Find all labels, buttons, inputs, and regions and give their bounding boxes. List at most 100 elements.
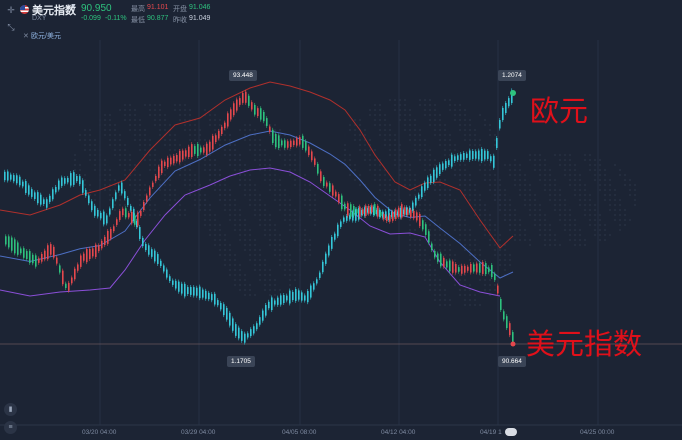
dxy-candle: [107, 230, 109, 244]
eurusd-bar: [76, 175, 78, 182]
dxy-low-price-label: 90.664: [498, 356, 526, 367]
eurusd-bar: [229, 312, 231, 326]
dxy-candle: [140, 210, 142, 216]
eurusd-bar: [505, 102, 507, 114]
dxy-candle: [44, 250, 46, 260]
x-tick-label: 04/05 08:00: [282, 429, 317, 436]
eurusd-bar: [295, 289, 297, 301]
eurusd-bar: [211, 294, 213, 301]
eurusd-bar: [28, 185, 30, 195]
dxy-candle: [464, 265, 466, 273]
chevron-down-icon[interactable]: ▼: [70, 3, 77, 10]
x-tick-label: 03/20 04:00: [82, 429, 117, 436]
eurusd-bar: [106, 215, 108, 224]
dxy-candle: [395, 209, 397, 219]
menu-icon[interactable]: ≡: [4, 421, 17, 434]
dxy-candle: [461, 265, 463, 274]
dxy-candle: [359, 206, 361, 217]
dxy-candle: [434, 250, 436, 258]
eurusd-bar: [187, 287, 189, 294]
dxy-candle: [284, 140, 286, 148]
dxy-candle: [479, 263, 481, 273]
dxy-candle: [326, 182, 328, 187]
eurusd-bar: [244, 333, 246, 343]
eurusd-bar: [265, 304, 267, 316]
close-icon[interactable]: ✕: [23, 32, 29, 40]
indicators-icon[interactable]: ▮: [4, 403, 17, 416]
live-indicator[interactable]: [505, 428, 517, 436]
dxy-candle: [80, 255, 82, 267]
compare-symbol-label[interactable]: 欧元/美元: [31, 31, 61, 41]
eurusd-bar: [430, 175, 432, 183]
eurusd-bar: [334, 233, 336, 240]
dxy-candle: [260, 108, 262, 120]
x-tick-label: 04/25 00:00: [580, 429, 615, 436]
eurusd-bar: [427, 177, 429, 189]
dxy-candle: [449, 260, 451, 272]
dxy-candle: [455, 264, 457, 273]
dxy-candle: [173, 155, 175, 164]
eurusd-bar: [205, 290, 207, 299]
crosshair-icon[interactable]: ✛: [4, 3, 18, 17]
eurusd-bar: [220, 302, 222, 310]
eurusd-bar: [307, 291, 309, 303]
dxy-candle: [191, 144, 193, 157]
dxy-candle: [509, 323, 511, 336]
dxy-candle: [56, 257, 58, 264]
eurusd-bar: [31, 189, 33, 197]
dxy-candle: [224, 122, 226, 129]
eurusd-bar: [154, 250, 156, 262]
high-value: 91.101: [147, 4, 169, 11]
dxy-last-marker: [510, 341, 516, 347]
eurusd-bar: [85, 190, 87, 196]
eurusd-bar: [16, 175, 18, 184]
eurusd-bar: [247, 333, 249, 338]
dxy-candle: [308, 146, 310, 156]
world-map-background: [74, 99, 636, 306]
dxy-candle: [185, 150, 187, 157]
eurusd-bar: [124, 191, 126, 199]
eurusd-bar: [10, 174, 12, 180]
dxy-candle: [116, 219, 118, 225]
dxy-candle: [20, 248, 22, 254]
dxy-candle: [251, 102, 253, 110]
dxy-candle: [35, 255, 37, 267]
dxy-candle: [506, 316, 508, 329]
dxy-candle: [512, 332, 514, 342]
dxy-candle: [215, 135, 217, 143]
dxy-candle: [248, 95, 250, 106]
eurusd-bar: [163, 265, 165, 272]
eurusd-bar: [166, 269, 168, 278]
eurusd-bar: [337, 224, 339, 237]
dxy-candle: [47, 245, 49, 260]
eurusd-bar: [169, 276, 171, 282]
dxy-candle: [443, 257, 445, 267]
dxy-candle: [347, 203, 349, 216]
eurusd-bar: [97, 209, 99, 217]
eurusd-bar: [436, 167, 438, 178]
eurusd-bar: [13, 175, 15, 182]
low-value: 90.877: [147, 15, 169, 22]
dxy-candle: [269, 126, 271, 132]
eurusd-bar: [454, 156, 456, 162]
dxy-candle: [497, 285, 499, 294]
dxy-candle: [296, 138, 298, 146]
eurusd-bar: [484, 150, 486, 160]
dxy-candle: [476, 263, 478, 273]
dxy-candle: [263, 111, 265, 122]
eurusd-bar: [241, 331, 243, 341]
eurusd-bar: [298, 290, 300, 300]
quote-header: 美元指数 ▼ DXY 90.950 -0.099 -0.11% 最高 91.10…: [0, 0, 682, 26]
dxy-candle: [422, 220, 424, 230]
eurusd-bar: [490, 156, 492, 162]
collapse-icon[interactable]: ⤡: [4, 20, 18, 34]
eurusd-bar: [4, 171, 6, 181]
dxy-candle: [143, 201, 145, 211]
dxy-candle: [446, 261, 448, 268]
price-chart[interactable]: [0, 0, 682, 440]
dxy-candle: [320, 171, 322, 182]
dxy-candle: [113, 226, 115, 232]
eurusd-bar: [478, 150, 480, 160]
dxy-candle: [362, 209, 364, 214]
price-change-percent: -0.11%: [105, 15, 127, 22]
